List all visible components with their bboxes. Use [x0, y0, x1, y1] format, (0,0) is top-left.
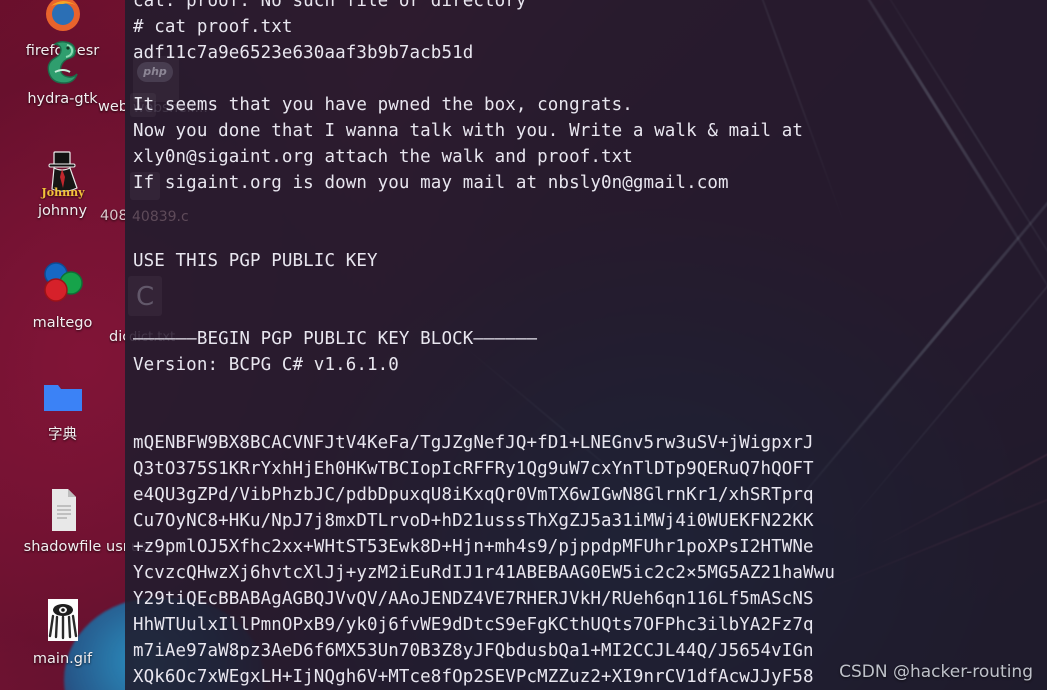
terminal-line: XQk6Oc7xWEgxLH+IjNQgh6V+MTce8fOp2SEVPcMZ…	[133, 667, 814, 687]
terminal-line: cat: proof: No such file or directory	[133, 0, 527, 11]
desktop-icon-label-40839c: 40839.c	[100, 208, 125, 224]
terminal-line: e4QU3gZPd/VibPhzbJC/pdbDpuxqU8iKxqQr0VmT…	[133, 485, 814, 505]
desktop-icon-label-usr: usr	[106, 539, 125, 555]
desktop-icon-label: maltego	[32, 315, 93, 331]
desktop-icon-label: main.gif	[32, 651, 93, 667]
terminal-line: It seems that you have pwned the box, co…	[133, 95, 633, 115]
desktop-screen: firefox-esr hydra-gtk John	[0, 0, 1047, 690]
desktop-icon-label-webshell: webshell...	[98, 99, 125, 115]
folder-icon	[0, 372, 125, 424]
terminal-line: YcvzcQHwzXj6hvtcXlJj+yzM2iEuRdIJ1r41ABEB…	[133, 563, 835, 583]
terminal-line: m7iAe97aW8pz3AeD6f6MX53Un70B3Z8yJFQbdusb…	[133, 641, 814, 661]
desktop-icon-main-gif[interactable]: main.gif	[0, 596, 125, 668]
terminal-line: USE THIS PGP PUBLIC KEY	[133, 251, 378, 271]
terminal-line: xly0n@sigaint.org attach the walk and pr…	[133, 147, 633, 167]
terminal-line: If sigaint.org is down you may mail at n…	[133, 173, 729, 193]
desktop-icon-maltego[interactable]: maltego	[0, 260, 125, 332]
terminal-line: +z9pmlOJ5Xfhc2xx+WHtST53Ewk8D+Hjn+mh4s9/…	[133, 537, 814, 557]
svg-text:Johnny: Johnny	[40, 186, 85, 199]
terminal-line: Now you done that I wanna talk with you.…	[133, 121, 804, 141]
maltego-circles-icon	[0, 260, 125, 312]
johnny-tophat-icon: Johnny	[0, 148, 125, 200]
desktop-icon-label-dict: dict.txt	[109, 329, 125, 345]
terminal-line: # cat proof.txt	[133, 17, 293, 37]
firefox-icon	[0, 0, 125, 40]
desktop-icon-label: 字典	[48, 427, 77, 443]
terminal-line: mQENBFW9BX8BCACVNFJtV4KeFa/TgJZgNefJQ+fD…	[133, 433, 814, 453]
terminal-window[interactable]: cat: proof: No such file or directory # …	[125, 0, 1047, 690]
terminal-line: Y29tiQEcBBABAgAGBQJVvQV/AAoJENDZ4VE7RHER…	[133, 589, 814, 609]
terminal-line: adf11c7a9e6523e630aaf3b9b7acb51d	[133, 43, 474, 63]
text-file-icon	[0, 484, 125, 536]
terminal-line: Version: BCPG C# v1.6.1.0	[133, 355, 399, 375]
terminal-output: cat: proof: No such file or directory # …	[125, 0, 1047, 690]
terminal-line: HhWTUulxIllPmnOPxB9/yk0j6fvWE9dDtcS9eFgK…	[133, 615, 814, 635]
terminal-line: ——————BEGIN PGP PUBLIC KEY BLOCK——————	[133, 329, 538, 349]
terminal-line: Q3tO375S1KRrYxhHjEh0HKwTBCIopIcRFFRy1Qg9…	[133, 459, 814, 479]
desktop-icon-hydra-gtk[interactable]: hydra-gtk	[0, 36, 125, 108]
terminal-line: Cu7OyNC8+HKu/NpJ7j8mxDTLrvoD+hD21usssThX…	[133, 511, 814, 531]
desktop-icon-dictionary-folder[interactable]: 字典	[0, 372, 125, 444]
hydra-dragon-icon	[0, 36, 125, 88]
image-file-icon	[0, 596, 125, 648]
